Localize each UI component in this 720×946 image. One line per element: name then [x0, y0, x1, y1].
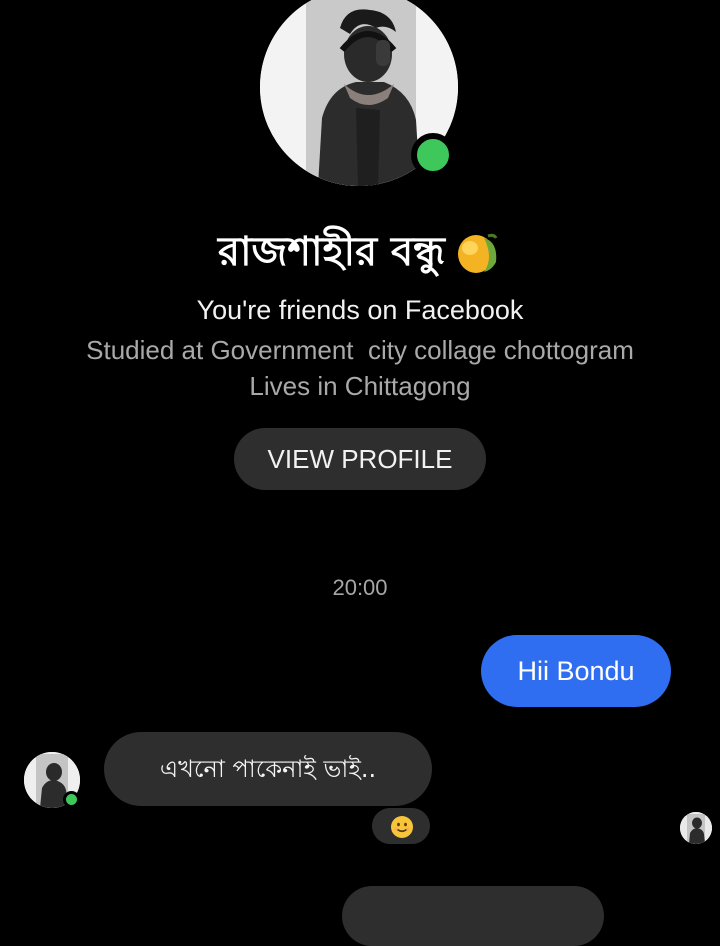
partial-message-bubble[interactable] [342, 886, 604, 946]
slightly-smiling-face-icon [391, 816, 413, 838]
mango-icon [458, 233, 498, 273]
message-timestamp: 20:00 [332, 575, 388, 600]
sent-message-bubble[interactable]: Hii Bondu [481, 635, 671, 707]
view-profile-button[interactable]: VIEW PROFILE [234, 428, 486, 490]
read-receipt-avatar [680, 812, 712, 844]
received-message-bubble[interactable]: এখনো পাকেনাই ভাই.. [104, 732, 432, 806]
contact-name-row: রাজশাহীর বন্ধু [0, 222, 720, 282]
message-reaction[interactable] [370, 806, 432, 846]
read-receipt-photo [680, 812, 712, 844]
education-info: Studied at Government city collage chott… [86, 335, 634, 365]
friendship-status: You're friends on Facebook [196, 295, 524, 325]
location-info: Lives in Chittagong [249, 371, 471, 401]
sender-online-indicator [63, 791, 80, 808]
contact-name: রাজশাহীর বন্ধু [217, 229, 445, 275]
online-status-indicator [411, 133, 455, 177]
